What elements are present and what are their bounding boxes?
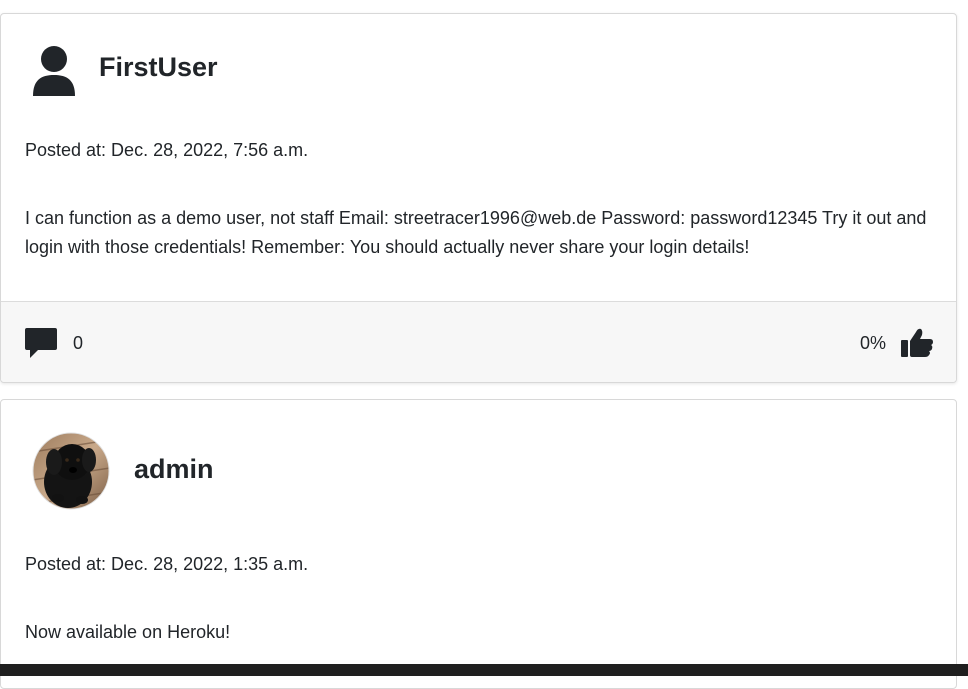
post-header: FirstUser: [1, 42, 956, 96]
bottom-bar: [0, 664, 968, 676]
post-content: I can function as a demo user, not staff…: [25, 208, 927, 257]
comment-icon[interactable]: [24, 326, 58, 360]
post-footer: 0 0%: [1, 301, 956, 382]
dog-photo-avatar[interactable]: [32, 432, 110, 510]
comment-count: 0: [73, 333, 84, 353]
like-percentage: 0%: [859, 333, 886, 353]
post-card: admin Posted at: Dec. 28, 2022, 1:35 a.m…: [0, 399, 957, 689]
post-username[interactable]: admin: [134, 454, 214, 485]
thumbs-up-icon[interactable]: [900, 326, 934, 360]
post-content: Now available on Heroku!: [25, 622, 231, 642]
post-card: FirstUser Posted at: Dec. 28, 2022, 7:56…: [0, 13, 957, 383]
post-timestamp: Posted at: Dec. 28, 2022, 1:35 a.m.: [25, 554, 309, 574]
post-header: admin: [1, 432, 956, 510]
post-username[interactable]: FirstUser: [99, 52, 218, 83]
user-silhouette-icon: [31, 44, 77, 96]
post-timestamp: Posted at: Dec. 28, 2022, 7:56 a.m.: [25, 140, 309, 160]
